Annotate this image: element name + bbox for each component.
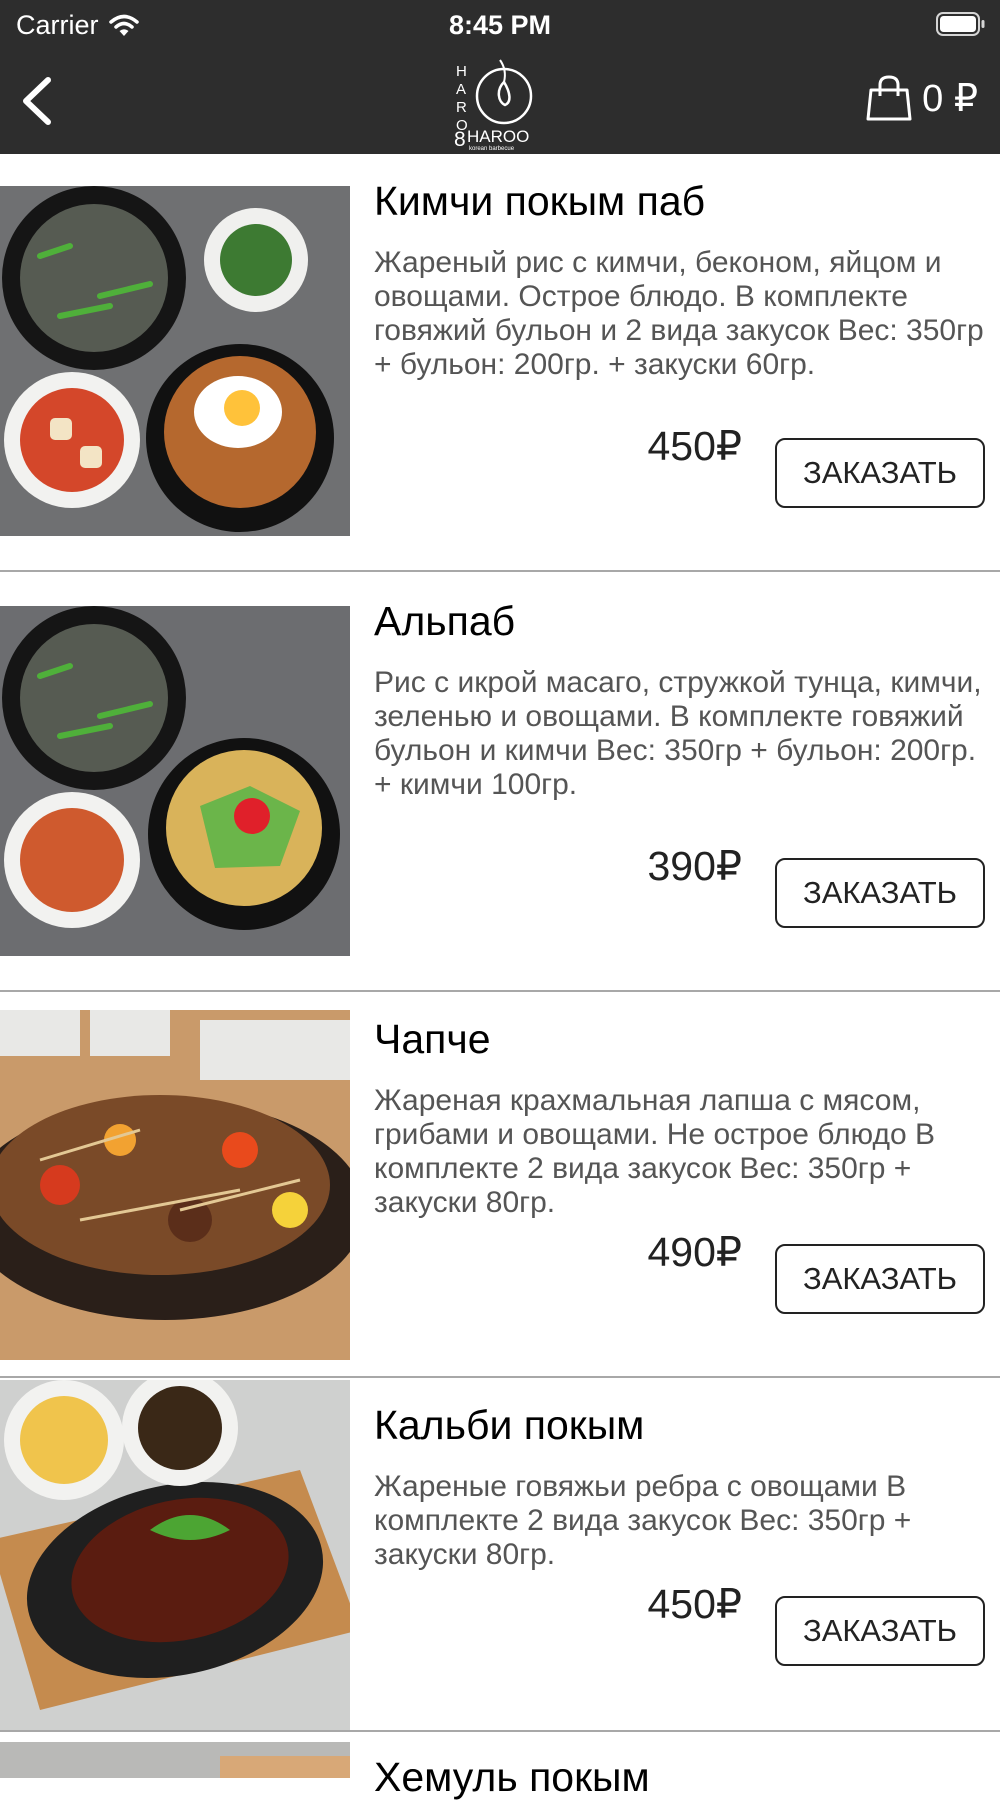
dish-name: Кальби покым: [374, 1402, 645, 1448]
dish-description: Рис с икрой масаго, стружкой тунца, кимч…: [374, 666, 982, 801]
nav-bar: H A R O 8 HAROO korean barbecue 0 ₽: [0, 50, 1000, 154]
dish-name: Кимчи покым паб: [374, 178, 706, 224]
dish-photo: [0, 606, 350, 956]
order-button[interactable]: ЗАКАЗАТЬ: [775, 858, 985, 928]
battery-icon: [936, 12, 985, 36]
dish-price: 390₽: [647, 843, 743, 889]
svg-text:8: 8: [454, 128, 466, 151]
order-button[interactable]: ЗАКАЗАТЬ: [775, 438, 985, 508]
cart-button[interactable]: 0 ₽: [866, 74, 978, 122]
back-chevron-icon[interactable]: [14, 72, 66, 130]
svg-text:HAROO: HAROO: [467, 127, 529, 146]
cart-total: 0 ₽: [922, 77, 978, 120]
item-divider: [0, 570, 1000, 572]
dish-photo: [0, 186, 350, 536]
order-button[interactable]: ЗАКАЗАТЬ: [775, 1596, 985, 1666]
top-bar: Carrier 8:45 PM H A R O 8 HAROO korean b…: [0, 0, 1000, 154]
item-divider: [0, 1376, 1000, 1378]
status-time: 8:45 PM: [448, 10, 552, 40]
svg-text:A: A: [456, 81, 466, 98]
item-divider: [0, 1730, 1000, 1732]
dish-description: Жареный рис с кимчи, беконом, яйцом и ов…: [374, 246, 984, 381]
svg-text:H: H: [456, 63, 467, 80]
dish-price: 490₽: [647, 1229, 743, 1275]
brand-logo[interactable]: H A R O 8 HAROO korean barbecue: [448, 50, 552, 154]
item-divider: [0, 990, 1000, 992]
shopping-bag-icon: [866, 75, 912, 121]
dish-photo: [0, 1742, 350, 1778]
dish-price: 450₽: [647, 1581, 743, 1627]
dish-price: 450₽: [647, 423, 743, 469]
dish-description: Жареная крахмальная лапша с мясом, гриба…: [374, 1084, 935, 1219]
dish-description: Жареные говяжьи ребра с овощами В компле…: [374, 1470, 912, 1571]
dish-name: Чапче: [374, 1016, 491, 1062]
svg-text:R: R: [456, 99, 467, 116]
dish-photo: [0, 1380, 350, 1730]
dish-name: Альпаб: [374, 598, 516, 644]
svg-text:korean barbecue: korean barbecue: [469, 146, 515, 152]
dish-photo: [0, 1010, 350, 1360]
order-button[interactable]: ЗАКАЗАТЬ: [775, 1244, 985, 1314]
status-bar: Carrier 8:45 PM: [0, 0, 1000, 50]
